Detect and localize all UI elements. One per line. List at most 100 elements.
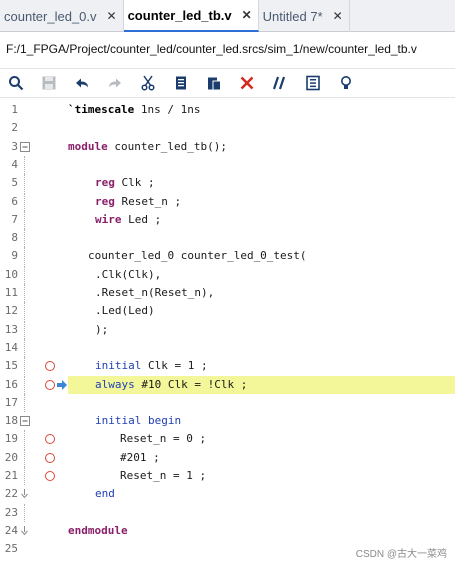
code-text: wire Led ; xyxy=(95,211,161,229)
code-line[interactable]: 18 initial begin xyxy=(0,412,455,430)
undo-icon[interactable] xyxy=(70,71,94,95)
code-text-area[interactable]: Reset_n = 0 ; xyxy=(68,430,455,448)
code-line[interactable]: 10 .Clk(Clk), xyxy=(0,265,455,284)
code-text: initial begin xyxy=(95,412,181,430)
fold-minus-icon[interactable] xyxy=(20,416,30,427)
breakpoint-icon[interactable] xyxy=(45,379,55,390)
tab-label: counter_led_0.v xyxy=(4,8,97,24)
code-line[interactable]: 19 Reset_n = 0 ; xyxy=(0,430,455,449)
tab-untitled-7[interactable]: Untitled 7* ✕ xyxy=(259,0,350,32)
copy-icon[interactable] xyxy=(169,71,193,95)
paste-icon[interactable] xyxy=(202,71,226,95)
code-line[interactable]: 15 initial Clk = 1 ; xyxy=(0,357,455,376)
code-line[interactable]: 23 xyxy=(0,503,455,522)
comment-icon[interactable] xyxy=(268,71,292,95)
code-line[interactable]: 4 xyxy=(0,155,455,174)
fold-guide xyxy=(24,155,25,174)
code-text-area[interactable] xyxy=(68,504,455,522)
code-text-area[interactable]: .Clk(Clk), xyxy=(68,266,455,284)
code-line[interactable]: 9 counter_led_0 counter_led_0_test( xyxy=(0,247,455,266)
code-text-area[interactable] xyxy=(68,339,455,357)
code-text-area[interactable]: endmodule xyxy=(68,522,455,540)
line-number: 5 xyxy=(11,176,18,190)
code-editor[interactable]: 1 `timescale 1ns / 1ns 2 3 module counter_le… xyxy=(0,100,455,566)
save-icon[interactable] xyxy=(37,71,61,95)
code-token: #10 Clk = !Clk ; xyxy=(134,377,248,391)
fold-end-icon xyxy=(20,525,30,536)
code-text-area[interactable] xyxy=(68,394,455,412)
code-line[interactable]: 22 end xyxy=(0,485,455,503)
code-line[interactable]: 13); xyxy=(0,320,455,339)
code-line[interactable]: 21 Reset_n = 1 ; xyxy=(0,467,455,485)
code-text-area[interactable]: counter_led_0 counter_led_0_test( xyxy=(68,247,455,265)
code-text-area[interactable]: `timescale 1ns / 1ns xyxy=(68,101,455,119)
fold-guide xyxy=(24,229,25,248)
code-text-area[interactable]: #201 ; xyxy=(68,449,455,467)
search-icon[interactable] xyxy=(4,71,28,95)
line-number: 15 xyxy=(4,359,18,373)
code-text-area[interactable]: initial begin xyxy=(68,412,455,430)
close-icon[interactable]: ✕ xyxy=(242,8,252,22)
code-text-area[interactable]: wire Led ; xyxy=(68,211,455,229)
close-icon[interactable]: ✕ xyxy=(333,9,343,23)
code-line[interactable]: 14 xyxy=(0,338,455,357)
code-line[interactable]: 7 wire Led ; xyxy=(0,210,455,229)
code-text-area[interactable]: initial Clk = 1 ; xyxy=(68,357,455,375)
code-line[interactable]: 1 `timescale 1ns / 1ns xyxy=(0,101,455,119)
line-number: 7 xyxy=(11,212,18,226)
code-line[interactable]: 2 xyxy=(0,119,455,137)
delete-icon[interactable] xyxy=(235,71,259,95)
code-text-area[interactable] xyxy=(68,156,455,174)
code-text-area[interactable] xyxy=(68,229,455,247)
code-token: Clk ; xyxy=(114,176,155,190)
line-number: 18 xyxy=(4,414,18,428)
code-keyword: module xyxy=(68,139,108,153)
cut-icon[interactable] xyxy=(136,71,160,95)
bulb-icon[interactable] xyxy=(334,71,358,95)
code-line[interactable]: 17 xyxy=(0,393,455,412)
code-text-area[interactable]: Reset_n = 1 ; xyxy=(68,467,455,485)
block-icon[interactable] xyxy=(301,71,325,95)
breakpoint-icon[interactable] xyxy=(45,471,55,481)
code-keyword: initial xyxy=(95,414,142,428)
redo-icon[interactable] xyxy=(103,71,127,95)
code-text: .Clk(Clk), xyxy=(95,266,161,284)
fold-guide xyxy=(24,174,25,193)
close-icon[interactable]: ✕ xyxy=(107,9,117,23)
breakpoint-icon[interactable] xyxy=(45,361,55,372)
code-line[interactable]: 11 .Reset_n(Reset_n), xyxy=(0,284,455,302)
tab-counter-led-0[interactable]: counter_led_0.v ✕ xyxy=(0,0,124,32)
code-line[interactable]: 16 always #10 Clk = !Clk ; xyxy=(0,375,455,394)
code-line[interactable]: 24 endmodule xyxy=(0,522,455,540)
fold-guide xyxy=(24,448,25,467)
fold-guide xyxy=(24,430,25,449)
line-number: 2 xyxy=(11,121,18,135)
code-text-area[interactable]: reg Clk ; xyxy=(68,174,455,192)
code-text-area[interactable] xyxy=(68,119,455,137)
code-text-area[interactable]: always #10 Clk = !Clk ; xyxy=(68,375,455,394)
code-text-area[interactable]: ); xyxy=(68,321,455,339)
code-line[interactable]: 20 #201 ; xyxy=(0,448,455,467)
code-text-area[interactable]: module counter_led_tb(); xyxy=(68,138,455,156)
breakpoint-icon[interactable] xyxy=(45,434,55,445)
fold-guide xyxy=(24,393,25,412)
code-keyword: wire xyxy=(95,212,122,226)
code-text-area[interactable]: reg Reset_n ; xyxy=(68,193,455,211)
code-line[interactable]: 12 .Led(Led) xyxy=(0,302,455,321)
code-line[interactable]: 6 reg Reset_n ; xyxy=(0,192,455,211)
code-line[interactable]: 3 module counter_led_tb(); xyxy=(0,138,455,156)
code-token: 1ns / 1ns xyxy=(134,103,201,116)
code-text-area[interactable]: .Led(Led) xyxy=(68,302,455,320)
tab-counter-led-tb[interactable]: counter_led_tb.v ✕ xyxy=(123,0,259,32)
breakpoint-icon[interactable] xyxy=(45,452,55,463)
fold-guide xyxy=(24,210,25,229)
code-text-area[interactable]: .Reset_n(Reset_n), xyxy=(68,284,455,302)
code-keyword: always xyxy=(95,377,135,391)
code-token: .Reset_n(Reset_n), xyxy=(95,286,215,299)
code-token: #201 ; xyxy=(120,450,160,464)
code-text-area[interactable]: end xyxy=(68,485,455,503)
fold-minus-icon[interactable] xyxy=(20,141,30,152)
code-text: always #10 Clk = !Clk ; xyxy=(95,376,247,394)
code-line[interactable]: 5 reg Clk ; xyxy=(0,174,455,193)
code-line[interactable]: 8 xyxy=(0,229,455,248)
